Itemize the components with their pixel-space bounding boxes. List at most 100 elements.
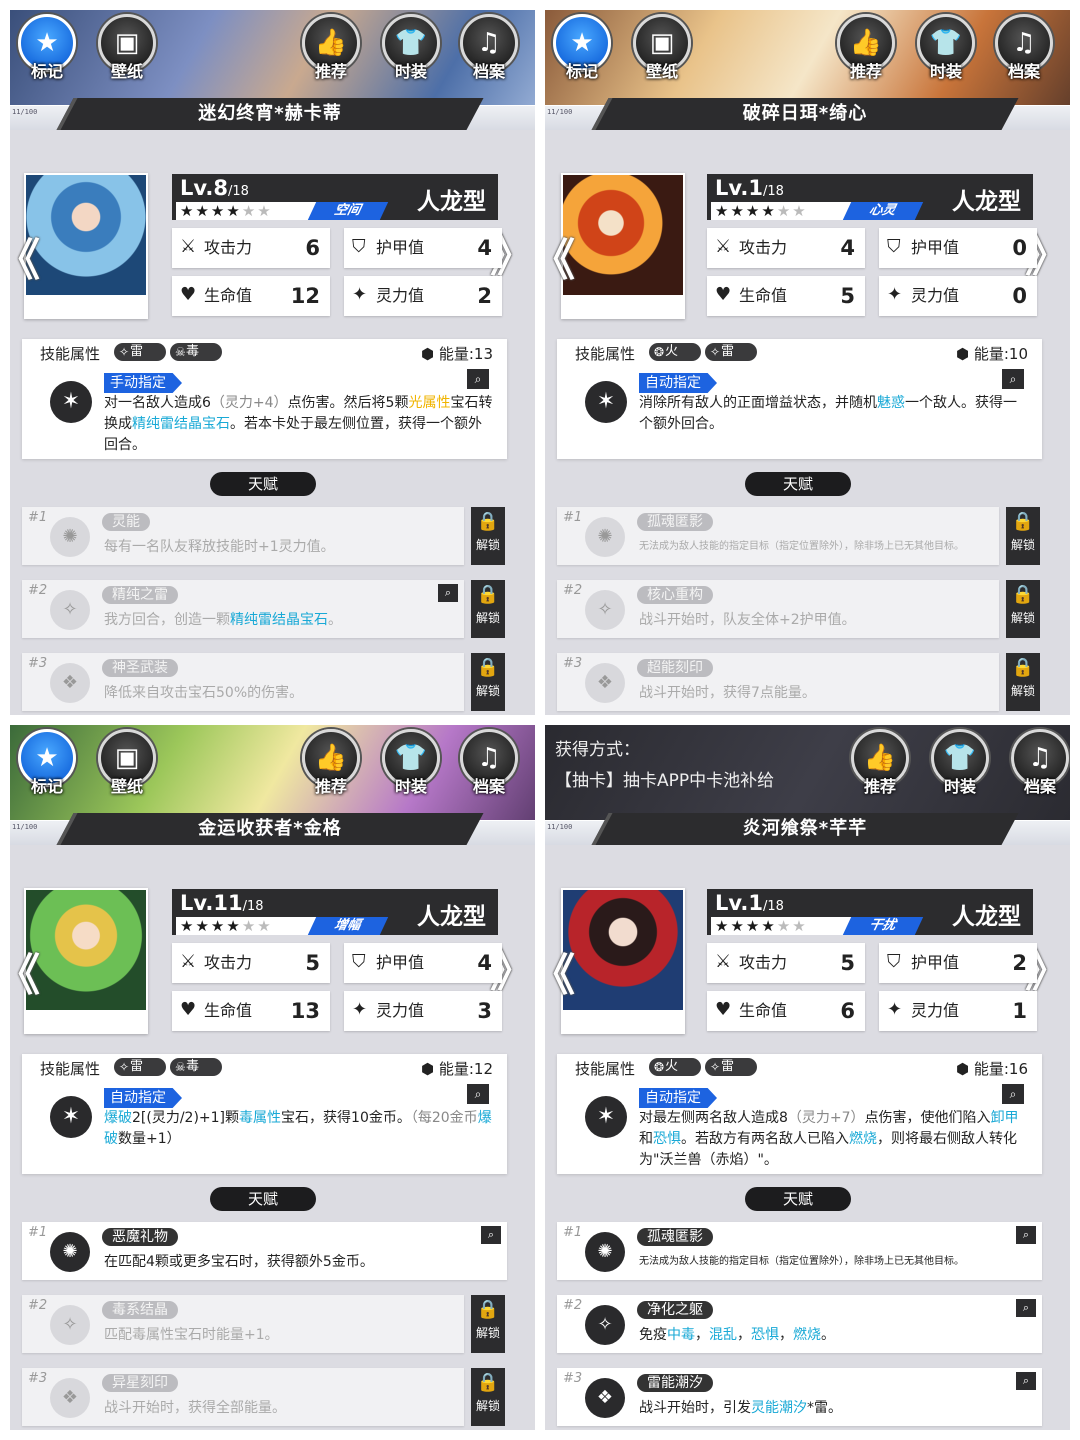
talent-name: 灵能	[102, 513, 150, 531]
magnifier-icon[interactable]: ⌕	[481, 1226, 501, 1244]
wallpaper-button[interactable]: ▣ 壁纸	[94, 729, 160, 799]
prev-arrow-icon[interactable]: 《	[545, 224, 575, 288]
prev-arrow-icon[interactable]: 《	[10, 939, 40, 1003]
talent-item[interactable]: #1 ✺ 恶魔礼物 在匹配4颗或更多宝石时，获得额外5金币。 ⌕	[22, 1222, 507, 1280]
skill-attr-label: 技能属性	[575, 1060, 636, 1078]
attribute-icon: ✧	[119, 1060, 130, 1074]
button-label: 壁纸	[110, 777, 143, 796]
target-mode-badge: 自动指定	[639, 1088, 717, 1108]
talent-item[interactable]: #3 ❖ 超能刻印 战斗开始时，获得7点能量。	[557, 653, 999, 711]
fashion-button[interactable]: 👕 时装	[927, 729, 993, 799]
wallpaper-button[interactable]: ▣ 壁纸	[94, 14, 160, 84]
skill-attr-label: 技能属性	[40, 345, 101, 363]
skill-icon: ✶	[585, 381, 627, 423]
talent-item[interactable]: #2 ✧ 精纯之雷 我方回合，创造一颗精纯雷结晶宝石。 ⌕	[22, 580, 464, 638]
talent-name: 孤魂匿影	[637, 513, 713, 531]
archive-button[interactable]: ♫ 档案	[456, 729, 522, 799]
mark-button[interactable]: ★ 标记	[549, 14, 615, 84]
unlock-label: 解锁	[475, 1399, 500, 1413]
talent-description: 我方回合，创造一颗精纯雷结晶宝石。	[104, 610, 342, 630]
portrait-art	[26, 890, 146, 1010]
talent-item[interactable]: #1 ✺ 孤魂匿影 无法成为敌人技能的指定目标（指定位置除外），除非场上已无其他目标。…	[557, 1222, 1042, 1280]
talent-item[interactable]: #2 ✧ 核心重构 战斗开始时，队友全体+2护甲值。	[557, 580, 999, 638]
talent-item[interactable]: #3 ❖ 异星刻印 战斗开始时，获得全部能量。	[22, 1368, 464, 1426]
talent-item[interactable]: #3 ❖ 雷能潮汐 战斗开始时，引发灵能潮汐*雷。 ⌕	[557, 1368, 1042, 1426]
talent-icon: ❖	[50, 663, 90, 703]
mark-button[interactable]: ★ 标记	[14, 729, 80, 799]
talent-number: #3	[563, 1371, 583, 1386]
recommend-button[interactable]: 👍 推荐	[298, 729, 364, 799]
magnifier-icon[interactable]: ⌕	[1002, 369, 1024, 389]
skill-desc-part: 宝石，获得10金币。	[281, 1110, 411, 1126]
prev-arrow-icon[interactable]: 《	[10, 224, 40, 288]
talent-item[interactable]: #1 ✺ 孤魂匿影 无法成为敌人技能的指定目标（指定位置除外），除非场上已无其他目标。	[557, 507, 999, 565]
skill-icon: ✶	[585, 1096, 627, 1138]
attribute-name: 雷	[721, 1059, 735, 1074]
talent-desc-highlight: 精纯雷结晶宝石	[230, 612, 328, 628]
unlock-button[interactable]: 🔒 解锁	[471, 1295, 505, 1353]
attribute-tag: ✧ 雷	[705, 1058, 757, 1076]
talent-name: 孤魂匿影	[637, 1228, 713, 1246]
talent-item[interactable]: #1 ✺ 灵能 每有一名队友释放技能时+1灵力值。	[22, 507, 464, 565]
talent-item[interactable]: #2 ✧ 净化之躯 免疫中毒，混乱，恐惧，燃烧。 ⌕	[557, 1295, 1042, 1353]
magnifier-icon[interactable]: ⌕	[1016, 1226, 1036, 1244]
recommend-button[interactable]: 👍 推荐	[833, 14, 899, 84]
star-icon: ★	[730, 917, 746, 935]
unlock-button[interactable]: 🔒 解锁	[1006, 653, 1040, 711]
recommend-button[interactable]: 👍 推荐	[847, 729, 913, 799]
star-icon: ★	[226, 917, 242, 935]
skill-description: 爆破2[(灵力/2)+1]颗毒属性宝石，获得10金币。（每20金币爆破数量+1）	[104, 1108, 494, 1166]
talent-item[interactable]: #3 ❖ 神圣武装 降低来自攻击宝石50%的伤害。	[22, 653, 464, 711]
archive-button[interactable]: ♫ 档案	[456, 14, 522, 84]
fashion-button[interactable]: 👕 时装	[378, 14, 444, 84]
unlock-button[interactable]: 🔒 解锁	[1006, 580, 1040, 638]
fashion-button[interactable]: 👕 时装	[913, 14, 979, 84]
skill-description: 对最左侧两名敌人造成8（灵力+7）点伤害，使他们陷入卸甲和恐惧。若敌方有两名敌人…	[639, 1108, 1029, 1166]
magnifier-icon[interactable]: ⌕	[467, 369, 489, 389]
unlock-button[interactable]: 🔒 解锁	[471, 580, 505, 638]
stat-label: 灵力值	[911, 1001, 960, 1020]
lock-icon: 🔒	[476, 511, 500, 532]
attribute-tag: ❂ 火	[649, 1058, 701, 1076]
magnifier-icon[interactable]: ⌕	[467, 1084, 489, 1104]
magnifier-icon[interactable]: ⌕	[1002, 1084, 1024, 1104]
character-card-panel: ★标记▣壁纸👍推荐👕时装♫档案11/100迷幻终宵*赫卡蒂《》Lv.8/18★★…	[10, 10, 535, 715]
character-portrait[interactable]	[24, 888, 148, 1034]
character-portrait[interactable]	[24, 173, 148, 319]
magnifier-icon[interactable]: ⌕	[1016, 1372, 1036, 1390]
archive-button[interactable]: ♫ 档案	[1007, 729, 1070, 799]
button-label: 标记	[565, 62, 598, 81]
talent-desc-highlight: 混乱	[709, 1327, 737, 1343]
archive-button[interactable]: ♫ 档案	[991, 14, 1057, 84]
magnifier-icon[interactable]: ⌕	[1016, 1299, 1036, 1317]
button-label: 推荐	[314, 62, 347, 81]
character-card-panel: 获得方式： 【抽卡】抽卡APP中卡池补给 👍 推荐 👕 时装 ♫ 档案 11/100 炎河飨祭*芊…	[545, 725, 1070, 1430]
unlock-button[interactable]: 🔒 解锁	[471, 1368, 505, 1426]
unlock-button[interactable]: 🔒 解锁	[1006, 507, 1040, 565]
talent-number: #2	[563, 583, 583, 598]
prev-arrow-icon[interactable]: 《	[545, 939, 575, 1003]
talent-icon: ✺	[585, 1232, 625, 1272]
acquire-title: 获得方式：	[555, 740, 640, 760]
stat-armor: ⛉ 护甲值 0	[879, 228, 1037, 268]
character-portrait[interactable]	[561, 173, 685, 319]
star-icon: ★	[792, 202, 808, 220]
character-portrait[interactable]	[561, 888, 685, 1034]
stat-label: 生命值	[204, 286, 253, 305]
unlock-label: 解锁	[1010, 684, 1035, 698]
talent-item[interactable]: #2 ✧ 毒系结晶 匹配毒属性宝石时能量+1。	[22, 1295, 464, 1353]
fashion-button[interactable]: 👕 时装	[378, 729, 444, 799]
mark-button[interactable]: ★ 标记	[14, 14, 80, 84]
star-icon: ★	[745, 917, 762, 935]
recommend-button[interactable]: 👍 推荐	[298, 14, 364, 84]
magnifier-icon[interactable]: ⌕	[438, 584, 458, 602]
stat-value: 6	[840, 999, 855, 1023]
unlock-button[interactable]: 🔒 解锁	[471, 507, 505, 565]
talent-icon: ❖	[585, 1378, 625, 1418]
energy-value: ⬢ 能量:13	[421, 343, 493, 364]
stat-label: 灵力值	[911, 286, 960, 305]
button-label: 时装	[929, 62, 962, 81]
wallpaper-button[interactable]: ▣ 壁纸	[629, 14, 695, 84]
unlock-button[interactable]: 🔒 解锁	[471, 653, 505, 711]
stat-value: 6	[305, 236, 320, 260]
